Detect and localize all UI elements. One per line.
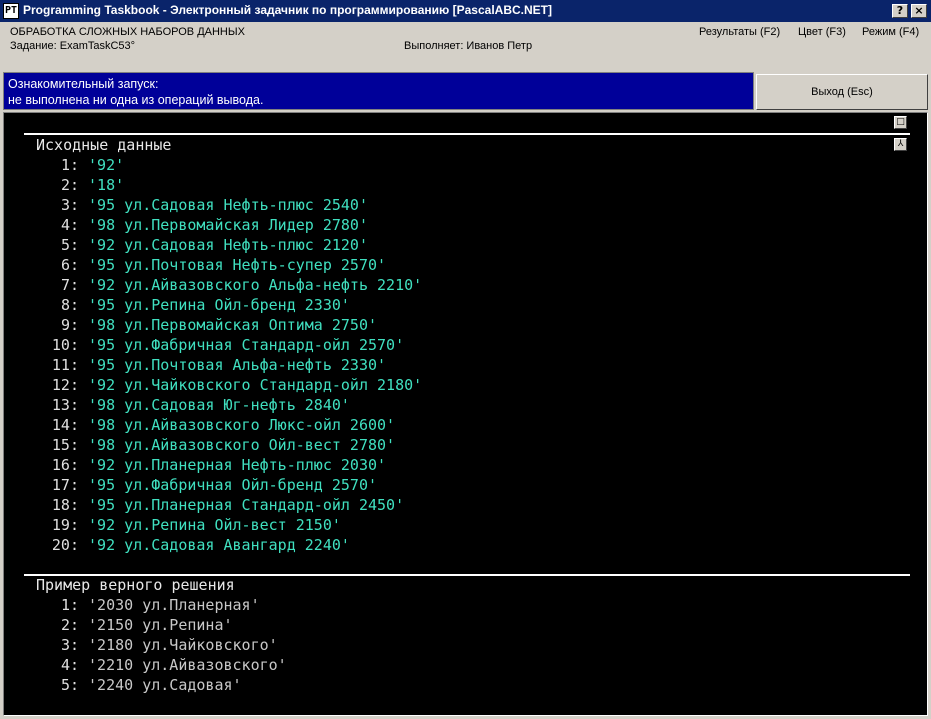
line-value: '18' bbox=[88, 176, 125, 194]
line-number: 11: bbox=[51, 356, 79, 374]
line-value: '92 ул.Планерная Нефть-плюс 2030' bbox=[88, 456, 387, 474]
line-value: '95 ул.Фабричная Ойл-бренд 2570' bbox=[88, 476, 378, 494]
data-line: 3: '2180 ул.Чайковского' bbox=[4, 635, 278, 655]
task-name: Задание: ExamTaskC53° bbox=[10, 40, 136, 52]
line-value: '2210 ул.Айвазовского' bbox=[88, 656, 287, 674]
line-value: '98 ул.Садовая Юг-нефть 2840' bbox=[88, 396, 350, 414]
line-number: 3: bbox=[60, 196, 79, 214]
data-line: 8: '95 ул.Репина Ойл-бренд 2330' bbox=[4, 295, 350, 315]
data-line: 7: '92 ул.Айвазовского Альфа-нефть 2210' bbox=[4, 275, 422, 295]
line-number: 16: bbox=[51, 456, 79, 474]
line-number: 20: bbox=[51, 536, 79, 554]
section-name: ОБРАБОТКА СЛОЖНЫХ НАБОРОВ ДАННЫХ bbox=[10, 26, 245, 38]
data-line: 4: '2210 ул.Айвазовского' bbox=[4, 655, 287, 675]
data-line: 17: '95 ул.Фабричная Ойл-бренд 2570' bbox=[4, 475, 377, 495]
line-number: 5: bbox=[60, 236, 79, 254]
data-line: 1: '92' bbox=[4, 155, 124, 175]
line-value: '2030 ул.Планерная' bbox=[88, 596, 260, 614]
line-value: '98 ул.Айвазовского Ойл-вест 2780' bbox=[88, 436, 396, 454]
line-value: '95 ул.Фабричная Стандард-ойл 2570' bbox=[88, 336, 405, 354]
exit-button[interactable]: Выход (Esc) bbox=[756, 74, 928, 110]
line-value: '92 ул.Айвазовского Альфа-нефть 2210' bbox=[88, 276, 423, 294]
line-number: 8: bbox=[60, 296, 79, 314]
line-number: 4: bbox=[60, 656, 79, 674]
maximize-icon[interactable]: □ bbox=[894, 116, 907, 129]
data-console: □ ⅄ Исходные данные 1: '92' 2: '18' 3: '95… bbox=[3, 112, 928, 716]
color-button[interactable]: Цвет (F3) bbox=[798, 26, 846, 38]
performer-name: Выполняет: Иванов Петр bbox=[404, 40, 533, 52]
line-number: 7: bbox=[60, 276, 79, 294]
line-number: 13: bbox=[51, 396, 79, 414]
line-value: '2150 ул.Репина' bbox=[88, 616, 233, 634]
font-toggle-icon[interactable]: ⅄ bbox=[894, 138, 907, 151]
data-line: 20: '92 ул.Садовая Авангард 2240' bbox=[4, 535, 350, 555]
data-line: 18: '95 ул.Планерная Стандард-ойл 2450' bbox=[4, 495, 404, 515]
data-line: 10: '95 ул.Фабричная Стандард-ойл 2570' bbox=[4, 335, 404, 355]
line-value: '92 ул.Репина Ойл-вест 2150' bbox=[88, 516, 341, 534]
line-number: 12: bbox=[51, 376, 79, 394]
status-line-2: не выполнена ни одна из операций вывода. bbox=[8, 93, 264, 107]
data-line: 3: '95 ул.Садовая Нефть-плюс 2540' bbox=[4, 195, 368, 215]
line-number: 2: bbox=[60, 176, 79, 194]
window-title: Programming Taskbook - Электронный задач… bbox=[23, 3, 552, 17]
line-number: 19: bbox=[51, 516, 79, 534]
data-line: 2: '18' bbox=[4, 175, 124, 195]
data-line: 4: '98 ул.Первомайская Лидер 2780' bbox=[4, 215, 368, 235]
line-number: 9: bbox=[60, 316, 79, 334]
line-number: 6: bbox=[60, 256, 79, 274]
data-line: 12: '92 ул.Чайковского Стандард-ойл 2180… bbox=[4, 375, 422, 395]
line-number: 18: bbox=[51, 496, 79, 514]
line-value: '92 ул.Садовая Авангард 2240' bbox=[88, 536, 350, 554]
data-line: 5: '92 ул.Садовая Нефть-плюс 2120' bbox=[4, 235, 368, 255]
data-line: 13: '98 ул.Садовая Юг-нефть 2840' bbox=[4, 395, 350, 415]
line-value: '2180 ул.Чайковского' bbox=[88, 636, 278, 654]
line-value: '98 ул.Первомайская Оптима 2750' bbox=[88, 316, 378, 334]
line-number: 3: bbox=[60, 636, 79, 654]
results-button[interactable]: Результаты (F2) bbox=[699, 26, 780, 38]
status-message: Ознакомительный запуск: не выполнена ни … bbox=[3, 72, 754, 110]
line-number: 10: bbox=[51, 336, 79, 354]
data-line: 16: '92 ул.Планерная Нефть-плюс 2030' bbox=[4, 455, 386, 475]
title-bar: PT Programming Taskbook - Электронный за… bbox=[0, 0, 931, 22]
line-value: '95 ул.Репина Ойл-бренд 2330' bbox=[88, 296, 350, 314]
line-number: 14: bbox=[51, 416, 79, 434]
line-number: 4: bbox=[60, 216, 79, 234]
line-number: 2: bbox=[60, 616, 79, 634]
data-line: 5: '2240 ул.Садовая' bbox=[4, 675, 242, 695]
data-line: 11: '95 ул.Почтовая Альфа-нефть 2330' bbox=[4, 355, 386, 375]
line-number: 1: bbox=[60, 156, 79, 174]
data-line: 15: '98 ул.Айвазовского Ойл-вест 2780' bbox=[4, 435, 395, 455]
line-value: '92' bbox=[88, 156, 125, 174]
close-button[interactable]: × bbox=[911, 4, 927, 18]
data-line: 9: '98 ул.Первомайская Оптима 2750' bbox=[4, 315, 377, 335]
input-section-title: Исходные данные bbox=[36, 136, 172, 154]
line-value: '95 ул.Садовая Нефть-плюс 2540' bbox=[88, 196, 368, 214]
data-line: 2: '2150 ул.Репина' bbox=[4, 615, 233, 635]
line-value: '98 ул.Первомайская Лидер 2780' bbox=[88, 216, 368, 234]
line-value: '98 ул.Айвазовского Люкс-ойл 2600' bbox=[88, 416, 396, 434]
line-number: 15: bbox=[51, 436, 79, 454]
mode-button[interactable]: Режим (F4) bbox=[862, 26, 919, 38]
line-number: 1: bbox=[60, 596, 79, 614]
line-value: '95 ул.Почтовая Альфа-нефть 2330' bbox=[88, 356, 387, 374]
line-number: 5: bbox=[60, 676, 79, 694]
line-number: 17: bbox=[51, 476, 79, 494]
line-value: '95 ул.Планерная Стандард-ойл 2450' bbox=[88, 496, 405, 514]
line-value: '92 ул.Садовая Нефть-плюс 2120' bbox=[88, 236, 368, 254]
line-value: '95 ул.Почтовая Нефть-супер 2570' bbox=[88, 256, 387, 274]
task-header: ОБРАБОТКА СЛОЖНЫХ НАБОРОВ ДАННЫХ Задание… bbox=[0, 22, 931, 72]
output-section-title: Пример верного решения bbox=[36, 576, 235, 594]
app-icon[interactable]: PT bbox=[3, 3, 19, 19]
data-line: 6: '95 ул.Почтовая Нефть-супер 2570' bbox=[4, 255, 386, 275]
data-line: 19: '92 ул.Репина Ойл-вест 2150' bbox=[4, 515, 341, 535]
data-line: 1: '2030 ул.Планерная' bbox=[4, 595, 260, 615]
data-line: 14: '98 ул.Айвазовского Люкс-ойл 2600' bbox=[4, 415, 395, 435]
line-value: '92 ул.Чайковского Стандард-ойл 2180' bbox=[88, 376, 423, 394]
line-value: '2240 ул.Садовая' bbox=[88, 676, 242, 694]
help-button[interactable]: ? bbox=[892, 4, 908, 18]
status-line-1: Ознакомительный запуск: bbox=[8, 77, 159, 91]
